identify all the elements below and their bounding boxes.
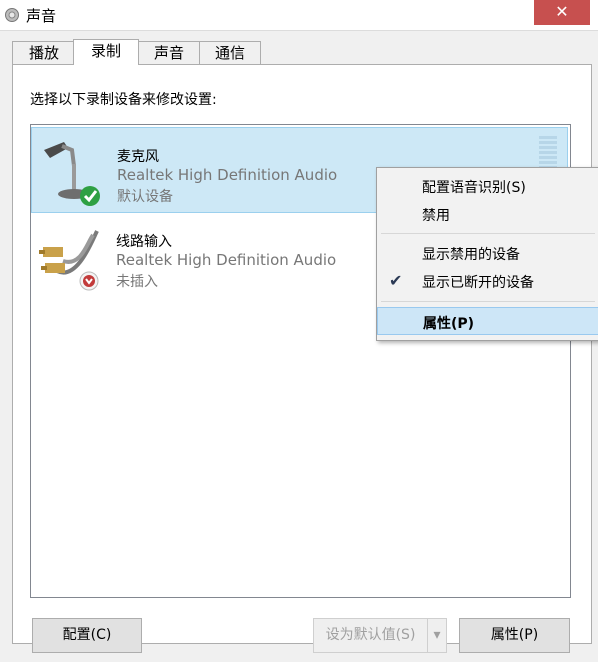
device-driver: Realtek High Definition Audio — [117, 166, 338, 184]
menu-item-label: 禁用 — [422, 208, 450, 224]
tab-label: 通信 — [214, 44, 245, 62]
tab-sounds[interactable]: 声音 — [137, 41, 201, 64]
configure-button[interactable]: 配置(C) — [32, 618, 142, 653]
chevron-down-icon: ▾ — [433, 627, 441, 643]
close-button[interactable]: ✕ — [534, 0, 590, 25]
menu-separator — [381, 233, 595, 234]
menu-item-configure-speech[interactable]: 配置语音识别(S) — [377, 172, 598, 200]
instruction-text: 选择以下录制设备来修改设置: — [30, 92, 217, 108]
device-name: 麦克风 — [117, 149, 159, 165]
rca-cable-icon — [39, 230, 99, 291]
menu-item-properties[interactable]: 属性(P) — [377, 307, 598, 335]
tab-label: 声音 — [153, 44, 184, 62]
menu-item-label: 显示已断开的设备 — [422, 275, 534, 291]
menu-item-show-disabled[interactable]: 显示禁用的设备 — [377, 239, 598, 267]
title-bar: 声音 ✕ — [0, 0, 598, 31]
green-check-icon — [80, 186, 100, 206]
microphone-icon — [44, 142, 100, 206]
device-driver: Realtek High Definition Audio — [116, 251, 337, 269]
tab-recording[interactable]: 录制 — [73, 39, 139, 65]
device-status: 默认设备 — [117, 189, 173, 205]
menu-item-disable[interactable]: 禁用 — [377, 200, 598, 228]
set-default-button[interactable]: 设为默认值(S) — [313, 618, 428, 653]
checkmark-icon: ✔ — [389, 271, 403, 290]
tab-communications[interactable]: 通信 — [199, 41, 261, 64]
speaker-icon — [5, 8, 19, 22]
tab-label: 录制 — [90, 42, 121, 60]
window-title: 声音 — [26, 7, 57, 25]
menu-separator — [381, 301, 595, 302]
tab-playback[interactable]: 播放 — [12, 41, 76, 64]
menu-item-label: 显示禁用的设备 — [422, 247, 520, 263]
set-default-dropdown-button[interactable]: ▾ — [427, 618, 447, 653]
menu-item-show-disconnected[interactable]: ✔ 显示已断开的设备 — [377, 267, 598, 295]
context-menu: 配置语音识别(S) 禁用 显示禁用的设备 ✔ 显示已断开的设备 属性(P) — [376, 167, 598, 341]
menu-item-label: 配置语音识别(S) — [422, 180, 526, 196]
close-icon: ✕ — [555, 2, 569, 21]
properties-button[interactable]: 属性(P) — [459, 618, 570, 653]
device-status: 未插入 — [116, 274, 158, 290]
menu-item-label: 属性(P) — [423, 316, 475, 332]
tab-label: 播放 — [28, 44, 59, 62]
device-name: 线路输入 — [116, 234, 172, 250]
